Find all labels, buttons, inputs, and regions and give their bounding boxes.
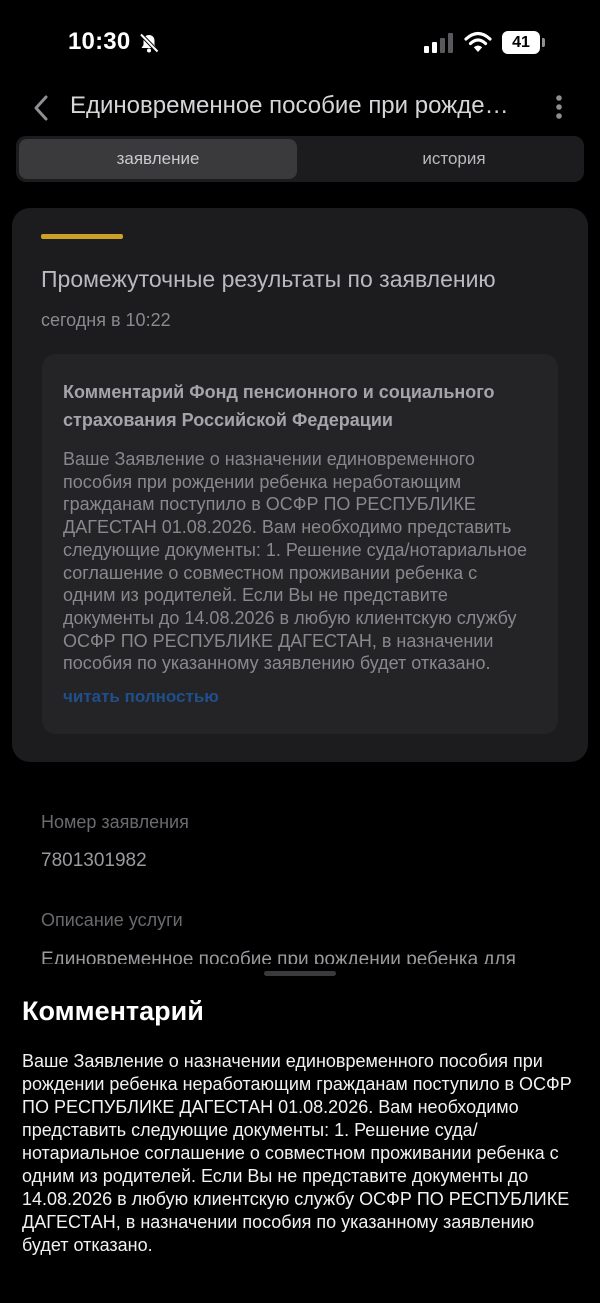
card-date: сегодня в 10:22 — [41, 310, 171, 330]
sheet-text: Ваше Заявление о назначении единовременн… — [22, 1051, 572, 1255]
sheet-drag-handle[interactable] — [264, 971, 336, 976]
status-time: 10:30 — [68, 28, 131, 55]
more-vertical-icon[interactable] — [548, 92, 570, 122]
tab-history[interactable]: история — [315, 139, 593, 179]
signal-icon — [424, 33, 453, 53]
tab-application[interactable]: заявление — [19, 139, 297, 179]
interim-results-card: Промежуточные результаты по заявлению се… — [12, 208, 588, 762]
service-description-label: Описание услуги — [41, 910, 183, 930]
bell-slash-icon — [139, 33, 159, 53]
battery-tip — [542, 38, 545, 47]
battery-icon: 41 — [502, 31, 546, 54]
card-title: Промежуточные результаты по заявлению — [41, 266, 496, 292]
sheet-title: Комментарий — [22, 996, 204, 1026]
read-more-link[interactable]: читать полностью — [63, 687, 219, 707]
application-number: 7801301982 — [41, 850, 147, 871]
tab-bar: заявление история — [16, 136, 584, 182]
comment-text: Ваше Заявление о назначении единовременн… — [63, 449, 528, 674]
status-bar: 10:30 41 — [0, 0, 600, 86]
nav-header: Единовременное пособие при рождении ребе… — [0, 86, 600, 134]
screen: 10:30 41 Единовременное пособие при рожд… — [0, 0, 600, 1303]
battery-level: 41 — [502, 31, 540, 54]
chevron-left-icon[interactable] — [30, 93, 52, 123]
comment-heading: Комментарий Фонд пенсионного и социально… — [63, 382, 495, 430]
page-title: Единовременное пособие при рождении ребе… — [70, 92, 518, 119]
accent-bar — [41, 234, 123, 239]
comment-sheet: Комментарий Ваше Заявление о назначении … — [0, 964, 600, 1303]
comment-box: Комментарий Фонд пенсионного и социально… — [42, 354, 558, 734]
wifi-icon — [464, 31, 492, 52]
application-number-label: Номер заявления — [41, 812, 189, 832]
